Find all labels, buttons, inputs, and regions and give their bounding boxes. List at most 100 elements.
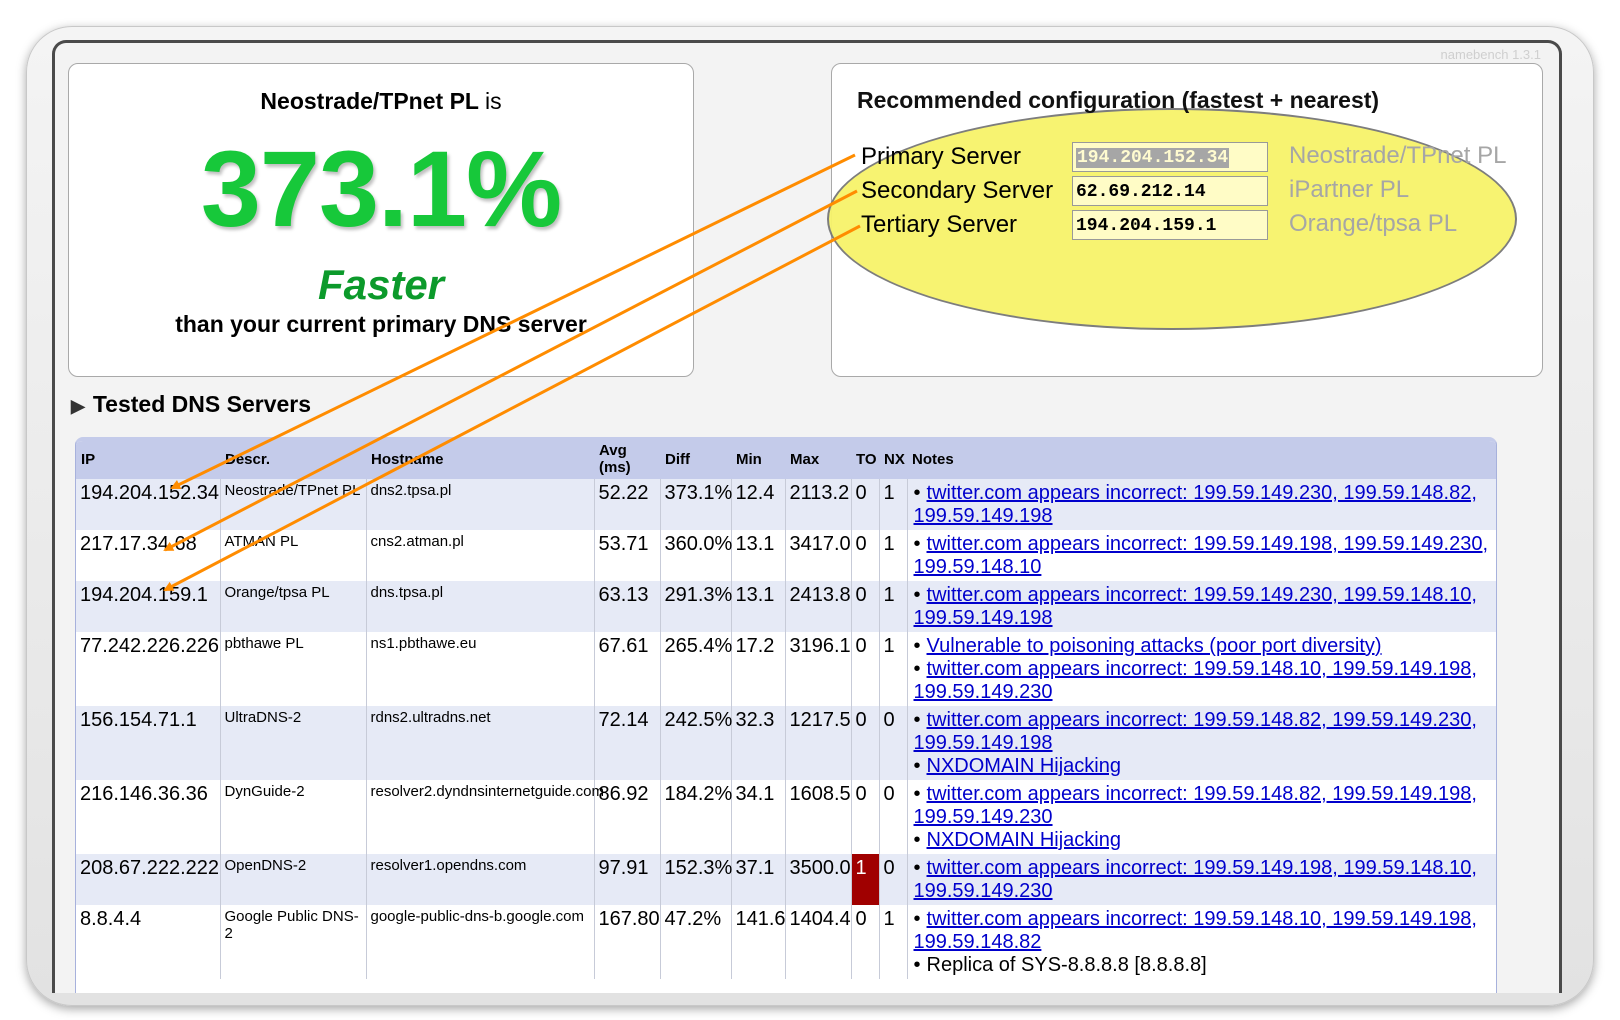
cell-to: 0 (851, 780, 880, 854)
cell-diff: 47.2% (660, 905, 732, 979)
cell-notes: • Vulnerable to poisoning attacks (poor p… (907, 632, 1496, 706)
tested-servers-table: IP Descr. Hostname Avg (ms) Diff Min Max… (75, 437, 1497, 993)
cell-nx: 1 (879, 632, 908, 706)
cell-notes: • twitter.com appears incorrect: 199.59.1… (907, 530, 1496, 581)
cell-avg: 67.61 (594, 632, 661, 706)
cell-max: 1608.5 (785, 780, 852, 854)
cell-notes: • twitter.com appears incorrect: 199.59.1… (907, 854, 1496, 905)
note-item: • twitter.com appears incorrect: 199.59.1… (914, 482, 1494, 528)
summary-headline: Neostrade/TPnet PL is (69, 88, 693, 115)
note-link[interactable]: twitter.com appears incorrect: 199.59.14… (914, 908, 1477, 953)
cell-hostname: rdns2.ultradns.net (366, 706, 595, 780)
cell-descr: ATMAN PL (220, 530, 367, 581)
tertiary-server-desc: Orange/tpsa PL (1289, 210, 1458, 237)
cell-to: 0 (851, 706, 880, 780)
cell-ip: 194.204.159.1 (76, 581, 221, 632)
cell-ip: 77.242.226.226 (76, 632, 221, 706)
cell-notes: • twitter.com appears incorrect: 199.59.1… (907, 905, 1496, 979)
cell-descr: Google Public DNS-2 (220, 905, 367, 979)
note-link[interactable]: twitter.com appears incorrect: 199.59.14… (914, 658, 1477, 703)
cell-descr: Orange/tpsa PL (220, 581, 367, 632)
summary-panel: Neostrade/TPnet PL is 373.1% Faster than… (68, 63, 694, 377)
expand-triangle-icon: ▶ (71, 396, 85, 416)
cell-descr: UltraDNS-2 (220, 706, 367, 780)
header-avg: Avg (ms) (594, 441, 660, 479)
cell-nx: 1 (879, 530, 908, 581)
tested-section-title: Tested DNS Servers (92, 391, 312, 417)
bullet-icon: • (913, 482, 921, 504)
note-link[interactable]: twitter.com appears incorrect: 199.59.14… (914, 533, 1489, 578)
note-item: • twitter.com appears incorrect: 199.59.1… (914, 857, 1494, 903)
cell-min: 141.6 (731, 905, 786, 979)
bullet-icon: • (913, 857, 921, 879)
provider-name: Neostrade/TPnet PL (260, 88, 479, 114)
cell-min: 13.1 (731, 581, 786, 632)
cell-max: 2413.8 (785, 581, 852, 632)
cell-max: 3196.1 (785, 632, 852, 706)
speedup-percent: 373.1% (200, 128, 562, 249)
note-item: • NXDOMAIN Hijacking (914, 755, 1494, 778)
cell-nx: 1 (879, 479, 908, 530)
cell-ip: 217.17.34.68 (76, 530, 221, 581)
cell-diff: 265.4% (660, 632, 732, 706)
app-window: namebench 1.3.1 Neostrade/TPnet PL is 37… (52, 40, 1562, 993)
note-link[interactable]: Vulnerable to poisoning attacks (poor po… (927, 635, 1382, 657)
header-max: Max (785, 441, 851, 479)
primary-server-field[interactable]: 194.204.152.34 (1072, 142, 1268, 172)
cell-to: 0 (851, 905, 880, 979)
cell-ip: 156.154.71.1 (76, 706, 221, 780)
note-text: Replica of SYS-8.8.8.8 [8.8.8.8] (926, 954, 1207, 976)
cell-max: 3500.0 (785, 854, 852, 905)
note-link[interactable]: twitter.com appears incorrect: 199.59.14… (914, 482, 1477, 527)
primary-server-desc: Neostrade/TPnet PL (1289, 142, 1507, 169)
cell-nx: 0 (879, 854, 908, 905)
note-link[interactable]: twitter.com appears incorrect: 199.59.14… (914, 709, 1477, 754)
primary-server-ip: 194.204.152.34 (1076, 148, 1230, 168)
cell-diff: 184.2% (660, 780, 732, 854)
cell-max: 1404.4 (785, 905, 852, 979)
comparison-text: than your current primary DNS server (175, 311, 587, 337)
cell-to: 0 (851, 632, 880, 706)
cell-descr: DynGuide-2 (220, 780, 367, 854)
version-label: namebench 1.3.1 (1440, 47, 1541, 62)
cell-min: 17.2 (731, 632, 786, 706)
cell-max: 3417.0 (785, 530, 852, 581)
cell-hostname: google-public-dns-b.google.com (366, 905, 595, 979)
table-row: 77.242.226.226 pbthawe PL ns1.pbthawe.eu 67… (76, 632, 1496, 706)
header-ip: IP (76, 441, 220, 479)
table-row: 217.17.34.68 ATMAN PL cns2.atman.pl 53.71 36… (76, 530, 1496, 581)
cell-diff: 152.3% (660, 854, 732, 905)
header-min: Min (731, 441, 785, 479)
table-row: 194.204.152.34 Neostrade/TPnet PL dns2.tps… (76, 479, 1496, 530)
note-link[interactable]: twitter.com appears incorrect: 199.59.14… (914, 783, 1477, 828)
note-item: • twitter.com appears incorrect: 199.59.1… (914, 658, 1494, 704)
header-hostname: Hostname (366, 441, 594, 479)
cell-notes: • twitter.com appears incorrect: 199.59.1… (907, 479, 1496, 530)
cell-nx: 1 (879, 905, 908, 979)
recommended-title: Recommended configuration (fastest + nea… (857, 87, 1380, 113)
cell-to: 0 (851, 530, 880, 581)
cell-avg: 86.92 (594, 780, 661, 854)
cell-avg: 97.91 (594, 854, 661, 905)
cell-avg: 63.13 (594, 581, 661, 632)
note-link[interactable]: twitter.com appears incorrect: 199.59.14… (914, 857, 1477, 902)
cell-avg: 52.22 (594, 479, 661, 530)
secondary-server-field[interactable]: 62.69.212.14 (1072, 176, 1268, 206)
note-link[interactable]: twitter.com appears incorrect: 199.59.14… (914, 584, 1477, 629)
tertiary-server-field[interactable]: 194.204.159.1 (1072, 210, 1268, 240)
note-item: • twitter.com appears incorrect: 199.59.1… (914, 783, 1494, 829)
tested-section-toggle[interactable]: ▶ Tested DNS Servers (71, 391, 311, 418)
table-row: 194.204.159.1 Orange/tpsa PL dns.tpsa.pl 63… (76, 581, 1496, 632)
cell-ip: 208.67.222.222 (76, 854, 221, 905)
cell-hostname: resolver2.dyndnsinternetguide.com (366, 780, 604, 854)
cell-min: 12.4 (731, 479, 786, 530)
bullet-icon: • (913, 908, 921, 930)
cell-avg: 72.14 (594, 706, 661, 780)
note-link[interactable]: NXDOMAIN Hijacking (927, 829, 1121, 851)
bullet-icon: • (913, 709, 921, 731)
cell-nx: 1 (879, 581, 908, 632)
note-link[interactable]: NXDOMAIN Hijacking (927, 755, 1121, 777)
cell-hostname: ns1.pbthawe.eu (366, 632, 595, 706)
bullet-icon: • (913, 635, 921, 657)
note-item: • twitter.com appears incorrect: 199.59.1… (914, 709, 1494, 755)
